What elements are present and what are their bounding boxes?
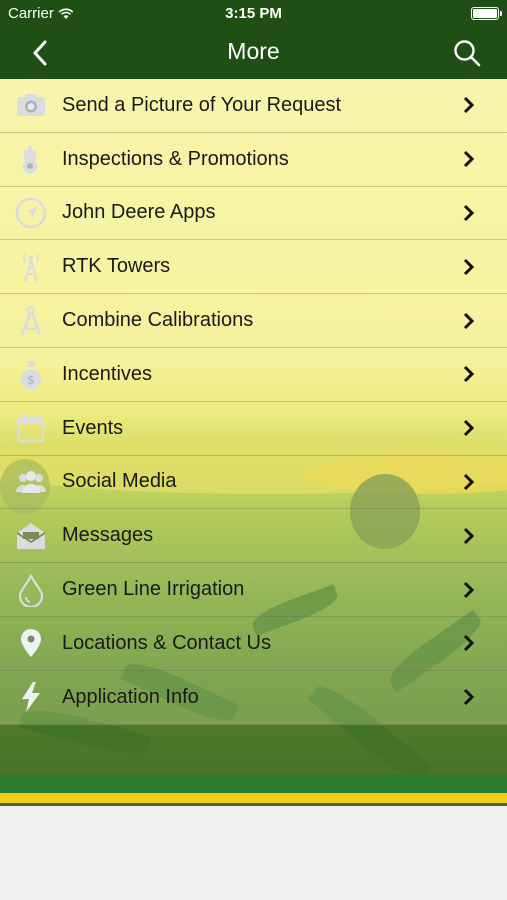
chevron-right-icon [463,420,475,437]
menu-item-events[interactable]: Events [0,401,507,456]
brand-stripe-yellow [0,793,507,803]
menu-item-social-media[interactable]: Social Media [0,455,507,510]
menu-item-application-info[interactable]: Application Info [0,670,507,725]
chevron-right-icon [463,312,475,329]
menu-item-label: Send a Picture of Your Request [62,93,342,116]
search-icon [454,40,481,67]
menu-item-label: Inspections & Promotions [62,147,289,170]
menu-item-label: Messages [62,524,154,547]
nav-bar: More [0,27,507,79]
page-title: More [227,38,280,64]
menu-item-label: Locations & Contact Us [62,631,271,654]
battery-icon [471,7,502,20]
menu-footer-shade [0,724,507,776]
menu-item-green-line-irrigation[interactable]: Green Line Irrigation [0,563,507,617]
location-pin-icon [21,629,41,658]
menu-item-send-picture[interactable]: Send a Picture of Your Request [0,79,507,133]
lightning-icon [22,682,40,713]
menu-item-combine-calibrations[interactable]: Combine Calibrations [0,294,507,348]
menu-item-label: Incentives [62,362,153,385]
chevron-right-icon [463,366,475,383]
menu-item-label: Social Media [62,470,177,493]
menu-item-john-deere-apps[interactable]: John Deere Apps [0,186,507,241]
water-drop-icon [18,573,44,607]
navigation-arrow-icon [15,197,47,229]
menu-item-inspections-promotions[interactable]: Inspections & Promotions [0,132,507,187]
chevron-right-icon [463,473,475,491]
menu-item-label: Application Info [62,685,199,708]
chevron-right-icon [463,258,475,275]
search-button[interactable] [449,35,485,71]
camera-icon [17,94,45,117]
svg-text:$: $ [27,373,35,387]
status-bar: Carrier 3:15 PM [0,0,507,27]
tractor-icon [22,146,38,174]
envelope-icon [16,522,46,549]
chevron-right-icon [463,204,475,222]
menu-item-label: Events [62,416,124,439]
menu-item-label: RTK Towers [62,255,171,278]
menu-item-label: John Deere Apps [62,201,216,224]
chevron-right-icon [463,581,475,598]
footer-area [0,806,507,900]
brand-stripe-green [0,775,507,793]
chevron-right-icon [463,151,475,168]
menu-list: Send a Picture of Your Request Inspectio… [0,79,507,776]
calendar-icon [17,414,45,443]
menu-item-rtk-towers[interactable]: RTK Towers [0,240,507,295]
chevron-right-icon [463,527,475,544]
tower-icon [23,253,39,283]
menu-item-label: Combine Calibrations [62,309,254,332]
menu-item-locations-contact[interactable]: Locations & Contact Us [0,616,507,671]
money-bag-icon: $ [21,361,41,390]
clock: 3:15 PM [225,5,282,22]
chevron-right-icon [463,689,475,706]
chevron-right-icon [463,635,475,652]
compass-icon [20,305,42,336]
chevron-right-icon [463,97,475,114]
menu-item-label: Green Line Irrigation [62,578,245,601]
menu-item-messages[interactable]: Messages [0,509,507,564]
menu-item-incentives[interactable]: $ Incentives [0,347,507,402]
people-icon [16,470,46,493]
